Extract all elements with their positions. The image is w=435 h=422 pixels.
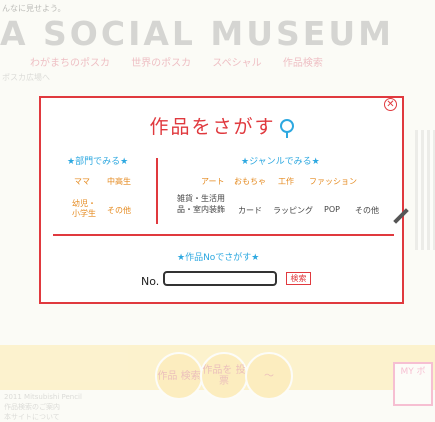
category-link-other[interactable]: その他 <box>107 205 131 216</box>
search-button[interactable]: 検索 <box>286 272 311 285</box>
bg-small-link: ポスカ広場へ <box>2 73 50 82</box>
close-icon[interactable]: ✕ <box>384 98 397 111</box>
bg-nav: わがまちのポスカ 世界のポスカ スペシャル 作品検索 <box>30 54 341 69</box>
section-divider <box>156 158 158 224</box>
genre-link-card[interactable]: カード <box>238 205 262 216</box>
number-label: No. <box>141 275 160 288</box>
genre-link-fashion[interactable]: ファッション <box>309 176 357 187</box>
search-icon <box>279 118 294 138</box>
bg-footer-line: 2011 Mitsubishi Pencil <box>4 393 82 401</box>
bg-tagline: んなに見せよう。 <box>2 4 66 13</box>
horizontal-divider <box>53 234 394 236</box>
genre-link-craft[interactable]: 工作 <box>278 176 294 187</box>
genre-link-goods[interactable]: 雑貨・生活用品・室内装飾 <box>171 193 231 215</box>
bg-circle-button: 〜 <box>245 352 293 400</box>
bg-logo: A SOCIAL MUSEUM <box>0 14 394 53</box>
category-heading: ★部門でみる★ <box>67 157 129 167</box>
modal-title-text: 作品をさがす <box>149 116 276 138</box>
number-heading: ★作品Noでさがす★ <box>177 253 260 263</box>
bg-decoration <box>415 130 435 250</box>
genre-link-other[interactable]: その他 <box>355 205 379 216</box>
genre-link-pop[interactable]: POP <box>324 205 340 214</box>
bg-nav-item: 世界のポスカ <box>131 58 192 69</box>
bg-footer-line: 作品検索のご案内 <box>4 403 60 411</box>
modal-title: 作品をさがす <box>41 112 402 139</box>
category-link-teen[interactable]: 中高生 <box>107 176 131 187</box>
bg-nav-item: スペシャル <box>212 58 262 69</box>
category-link-mama[interactable]: ママ <box>74 176 90 187</box>
bg-circle-button: 作品 検索 <box>155 352 203 400</box>
genre-link-toy[interactable]: おもちゃ <box>234 176 266 187</box>
bg-footer: 2011 Mitsubishi Pencil 作品検索のご案内 本サイトについて <box>4 392 82 422</box>
bg-circle-button: 作品を 投票 <box>200 352 248 400</box>
bg-nav-item: 作品検索 <box>282 58 323 69</box>
category-link-child[interactable]: 幼児・小学生 <box>69 199 99 219</box>
genre-heading: ★ジャンルでみる★ <box>241 157 320 167</box>
genre-link-art[interactable]: アート <box>201 176 225 187</box>
number-input[interactable] <box>163 271 277 286</box>
genre-link-wrapping[interactable]: ラッピング <box>273 205 313 216</box>
bg-footer-line: 本サイトについて <box>4 413 60 421</box>
search-modal: ✕ 作品をさがす ★部門でみる★ ママ 中高生 幼児・小学生 その他 ★ジャンル… <box>39 96 409 304</box>
bg-my-box: MY ボ <box>393 362 433 406</box>
bg-nav-item: わがまちのポスカ <box>30 58 110 69</box>
